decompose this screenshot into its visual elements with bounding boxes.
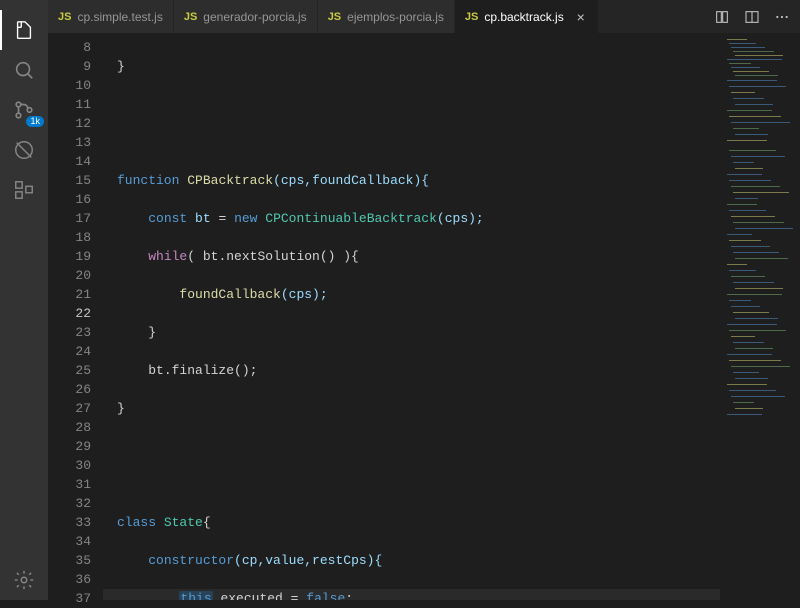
tab-actions — [704, 0, 800, 33]
tab-label: cp.simple.test.js — [77, 10, 162, 24]
editor-tab[interactable]: JS cp.simple.test.js — [48, 0, 174, 33]
extensions-icon[interactable] — [0, 170, 48, 210]
editor-body: 8910111213141516171819202122232425262728… — [48, 34, 800, 600]
js-file-icon: JS — [58, 11, 71, 23]
js-file-icon: JS — [328, 11, 341, 23]
tab-label: generador-porcia.js — [203, 10, 306, 24]
tab-label: ejemplos-porcia.js — [347, 10, 444, 24]
files-explorer-icon[interactable] — [0, 10, 48, 50]
activity-bar: 1k — [0, 0, 48, 600]
editor-area: JS cp.simple.test.js JS generador-porcia… — [48, 0, 800, 600]
line-number-gutter: 8910111213141516171819202122232425262728… — [48, 34, 103, 600]
debug-icon[interactable] — [0, 130, 48, 170]
js-file-icon: JS — [465, 11, 478, 23]
editor-tab[interactable]: JS ejemplos-porcia.js — [318, 0, 455, 33]
settings-gear-icon[interactable] — [0, 560, 48, 600]
scm-badge: 1k — [26, 116, 44, 127]
editor-tab-active[interactable]: JS cp.backtrack.js × — [455, 0, 599, 33]
source-control-icon[interactable]: 1k — [0, 90, 48, 130]
editor-tab[interactable]: JS generador-porcia.js — [174, 0, 318, 33]
tab-label: cp.backtrack.js — [484, 10, 563, 24]
compare-icon[interactable] — [714, 9, 730, 25]
tab-bar: JS cp.simple.test.js JS generador-porcia… — [48, 0, 800, 34]
code-editor[interactable]: } function CPBacktrack(cps,foundCallback… — [103, 34, 720, 600]
js-file-icon: JS — [184, 11, 197, 23]
more-icon[interactable] — [774, 9, 790, 25]
search-icon[interactable] — [0, 50, 48, 90]
split-editor-icon[interactable] — [744, 9, 760, 25]
minimap[interactable] — [720, 34, 800, 600]
close-icon[interactable]: × — [574, 9, 588, 25]
